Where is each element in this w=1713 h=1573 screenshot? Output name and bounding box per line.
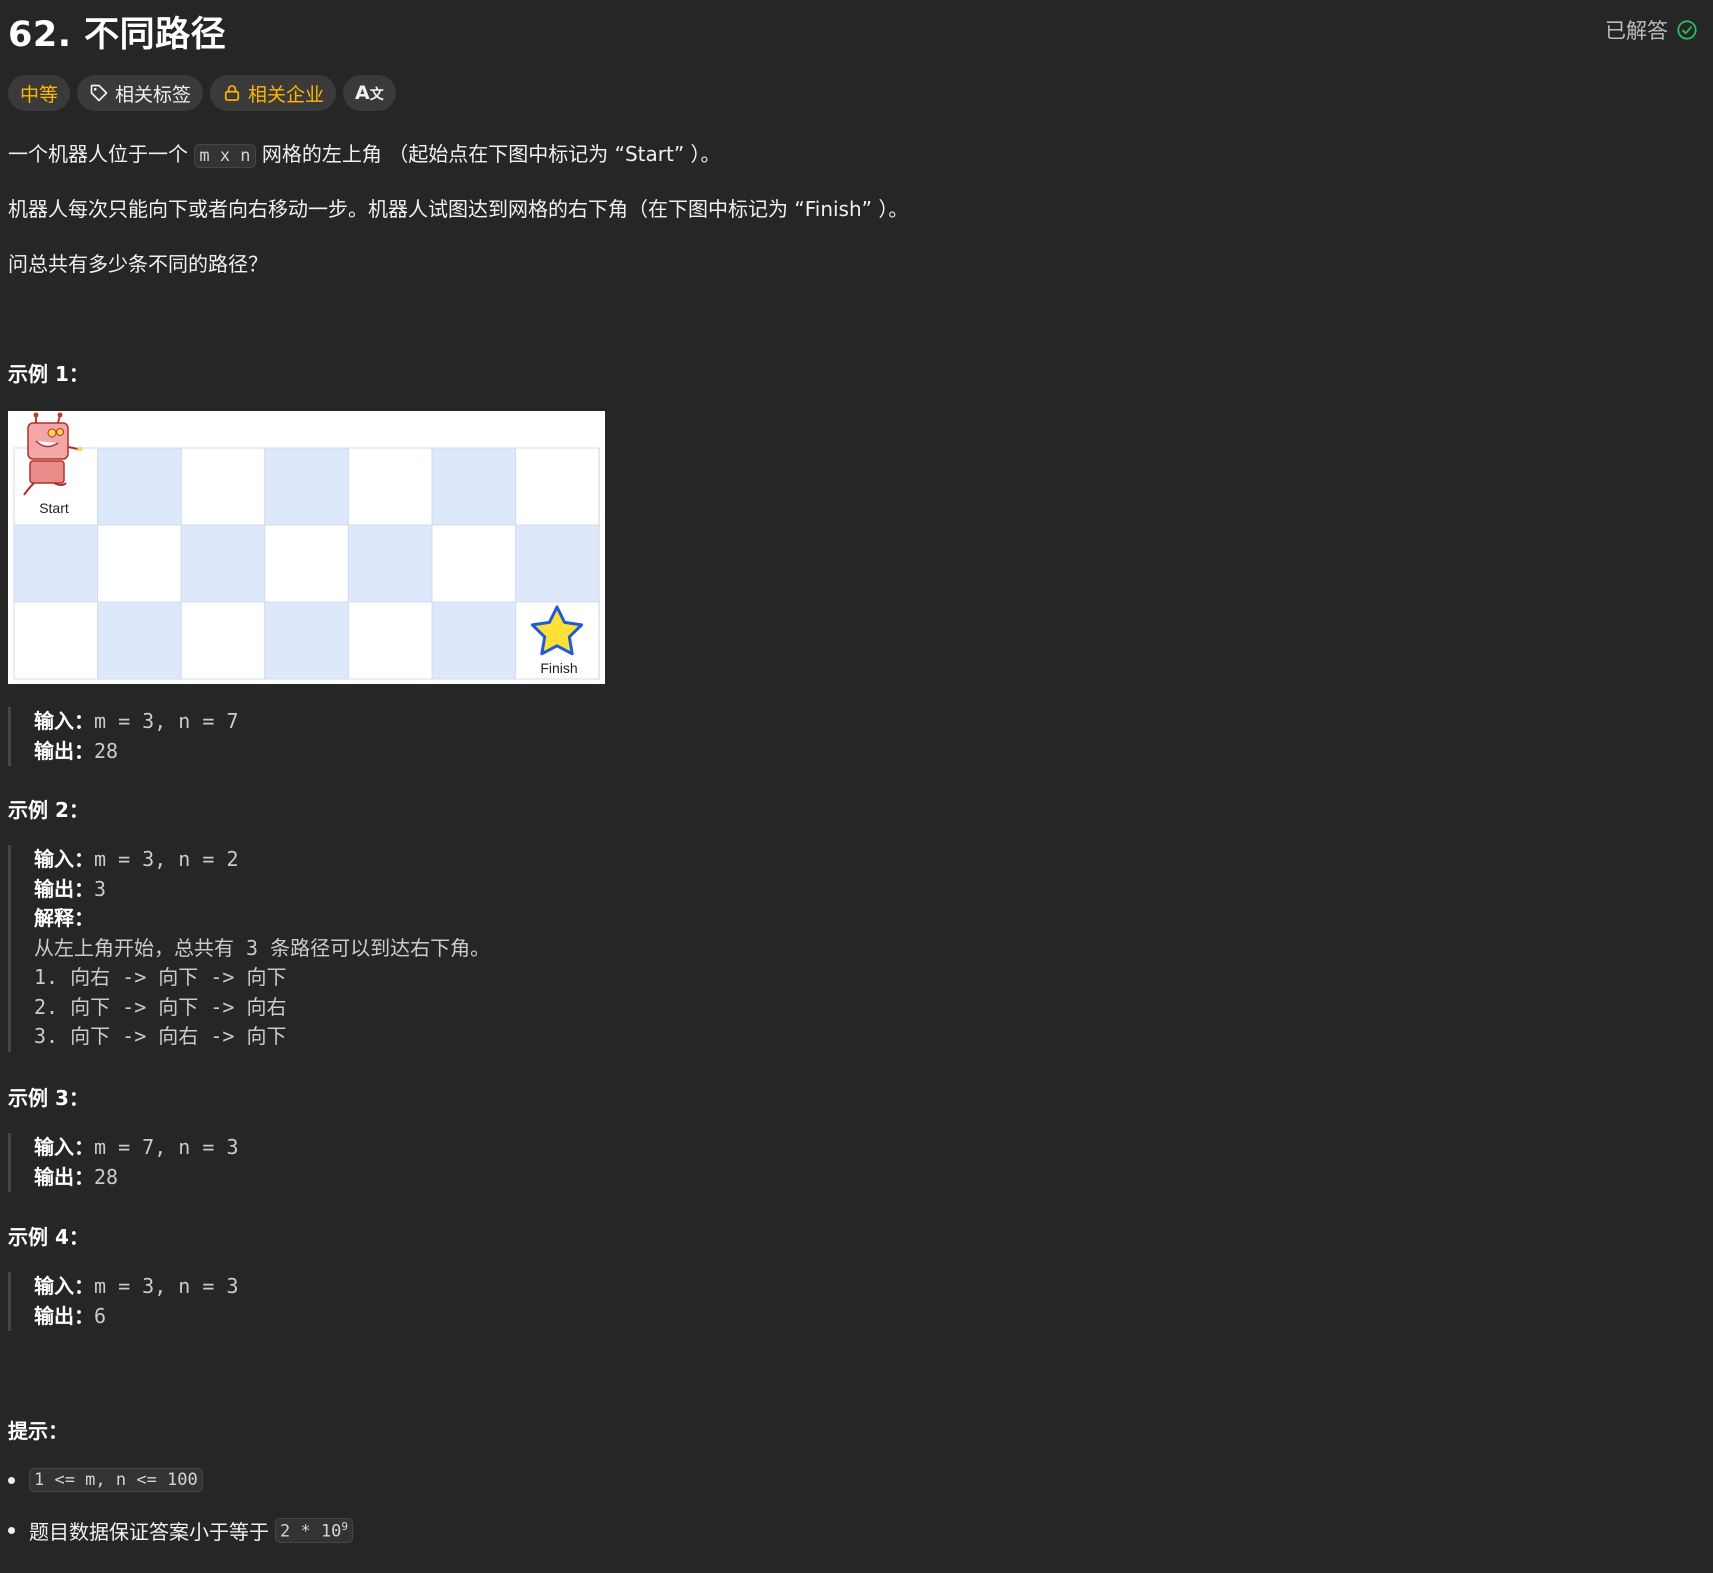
difficulty-label: 中等 xyxy=(20,83,59,106)
example-4-input: 输入：m = 3, n = 3 xyxy=(34,1274,239,1298)
example-1-output: 输出：28 xyxy=(34,738,119,763)
example-2-explain-line: 3. 向下 -> 向右 -> 向下 xyxy=(34,1024,287,1048)
grid-cell xyxy=(264,601,349,680)
grid-cell xyxy=(180,601,266,680)
grid-cell xyxy=(180,447,266,526)
example-2-input: 输入：m = 3, n = 2 xyxy=(34,847,239,871)
example-1-block: 输入：m = 3, n = 7 输出：28 xyxy=(8,707,239,766)
topics-tag-button[interactable]: 相关标签 xyxy=(77,75,204,111)
example-3-block: 输入：m = 7, n = 3 输出：28 xyxy=(8,1133,239,1192)
example-4-block: 输入：m = 3, n = 3 输出：6 xyxy=(8,1272,239,1331)
example-4-output: 输出：6 xyxy=(34,1303,107,1328)
grid-cell xyxy=(264,524,349,603)
hints-heading: 提示： xyxy=(8,1419,68,1443)
start-label: Start xyxy=(39,500,69,516)
example-3-heading: 示例 3： xyxy=(8,1086,89,1110)
grid-cell xyxy=(97,447,182,526)
example-2-explain-line: 2. 向下 -> 向下 -> 向右 xyxy=(34,994,287,1019)
translate-button[interactable]: A文 xyxy=(343,75,396,111)
example-2-heading: 示例 2： xyxy=(8,798,89,822)
example-4-heading: 示例 4： xyxy=(8,1225,89,1249)
grid-cell xyxy=(97,601,182,680)
example-2-explain-line: 从左上角开始，总共有 3 条路径可以到达右下角。 xyxy=(34,935,491,960)
hint-code: 1 <= m, n <= 100 xyxy=(29,1468,203,1492)
hint-code: 2 * 109 xyxy=(275,1517,354,1544)
companies-tag-button[interactable]: 相关企业 xyxy=(210,75,337,111)
hint-item: 1 <= m, n <= 100 xyxy=(8,1468,203,1492)
example-3-output: 输出：28 xyxy=(34,1164,119,1189)
description-paragraph-2: 机器人每次只能向下或者向右移动一步。机器人试图达到网格的右下角（在下图中标记为 … xyxy=(8,197,909,221)
problem-title[interactable]: 62. 不同路径 xyxy=(8,6,226,57)
check-circle-icon xyxy=(1677,20,1697,40)
grid-cell xyxy=(515,524,600,603)
solved-label: 已解答 xyxy=(1605,19,1668,43)
example-1-heading: 示例 1： xyxy=(8,362,89,386)
translate-icon: A文 xyxy=(355,82,384,104)
grid-cell xyxy=(431,447,517,526)
tag-bar: 中等 相关标签 相关企业 A文 xyxy=(8,75,396,111)
description-paragraph-1: 一个机器人位于一个 m x n 网格的左上角 （起始点在下图中标记为 “Star… xyxy=(8,142,721,168)
example-3-input: 输入：m = 7, n = 3 xyxy=(34,1135,239,1159)
example-1-input: 输入：m = 3, n = 7 xyxy=(34,709,239,733)
grid-cell xyxy=(431,524,517,603)
robot-grid-figure: Start Finish xyxy=(8,411,605,684)
description-paragraph-3: 问总共有多少条不同的路径？ xyxy=(8,252,268,276)
example-2-output: 输出：3 xyxy=(34,876,107,901)
example-2-block: 输入：m = 3, n = 2 输出：3 解释： 从左上角开始，总共有 3 条路… xyxy=(8,845,490,1052)
hint-item: 题目数据保证答案小于等于 2 * 109 xyxy=(8,1516,354,1545)
example-2-explain-line: 1. 向右 -> 向下 -> 向下 xyxy=(34,965,287,989)
grid-cell xyxy=(97,524,182,603)
topics-tag-label: 相关标签 xyxy=(115,83,192,106)
solved-status: 已解答 xyxy=(1605,15,1698,45)
lock-icon xyxy=(224,85,240,101)
difficulty-badge[interactable]: 中等 xyxy=(8,75,71,111)
header: 62. 不同路径 已解答 xyxy=(8,0,1698,70)
tag-icon xyxy=(90,84,108,102)
grid-cell xyxy=(347,524,433,603)
grid-cell xyxy=(13,601,99,680)
grid-cell xyxy=(347,601,433,680)
grid-cell xyxy=(264,447,349,526)
grid-cell xyxy=(180,524,266,603)
grid-cell xyxy=(515,447,600,526)
grid-cell xyxy=(431,601,517,680)
finish-label: Finish xyxy=(540,660,577,676)
grid-size-code: m x n xyxy=(194,144,256,168)
hint-text: 题目数据保证答案小于等于 xyxy=(29,1520,269,1544)
example-2-explain-label: 解释： xyxy=(34,906,94,930)
bullet-dot xyxy=(8,1476,15,1484)
problem-description: 62. 不同路径 已解答 中等 相关标签 相关企业 A文 一个机器人位于一个 m… xyxy=(8,0,1698,1544)
grid-cell xyxy=(347,447,433,526)
companies-tag-label: 相关企业 xyxy=(248,83,325,106)
grid-cell xyxy=(13,524,99,603)
bullet-dot xyxy=(8,1527,15,1534)
grid-svg: Start Finish xyxy=(8,411,605,684)
